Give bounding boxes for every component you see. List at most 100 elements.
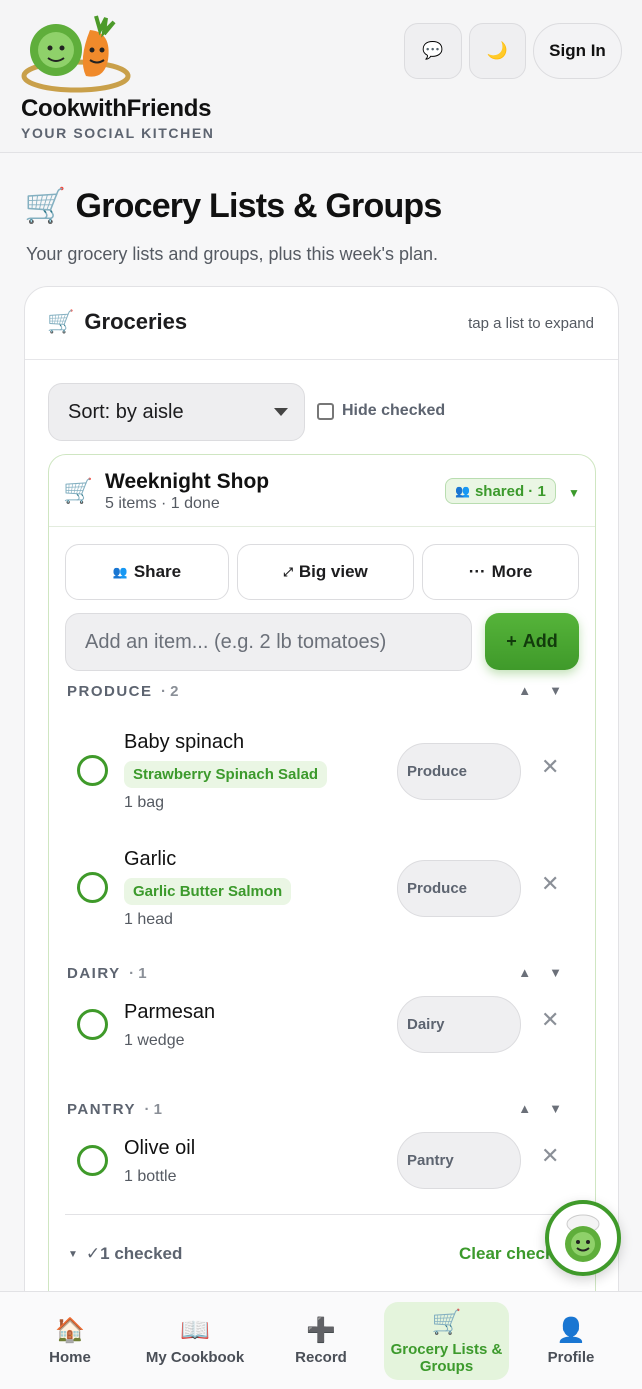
nav-record[interactable]: ➕ Record: [280, 1302, 362, 1380]
grocery-list: 🛒 Weeknight Shop 5 items · 1 done 👥 shar…: [48, 454, 596, 1365]
nav-profile[interactable]: 👤 Profile: [532, 1302, 610, 1380]
section-count: · 2: [160, 683, 179, 700]
people-icon: 👥: [455, 484, 470, 498]
expand-icon: ⤢: [283, 564, 293, 579]
check-circle[interactable]: [77, 755, 108, 786]
move-down-icon[interactable]: ▼: [549, 683, 562, 698]
item-quantity: 1 bag: [124, 794, 165, 811]
ellipsis-icon: ···: [468, 562, 486, 581]
item-name: Parmesan: [124, 1001, 216, 1023]
nav-label: My Cookbook: [145, 1349, 245, 1366]
move-up-icon[interactable]: ▲: [518, 683, 531, 698]
cabbage-carrot-logo-icon[interactable]: [20, 10, 132, 94]
close-icon[interactable]: ✕: [541, 1007, 559, 1033]
move-up-icon[interactable]: ▲: [518, 965, 531, 980]
hide-checked-toggle[interactable]: Hide checked: [317, 402, 445, 420]
cart-icon: 🛒: [63, 478, 93, 505]
section-count: · 1: [144, 1101, 162, 1118]
move-up-icon[interactable]: ▲: [518, 1101, 531, 1116]
plus-icon: ➕: [306, 1317, 336, 1344]
big-view-button[interactable]: ⤢ Big view: [237, 544, 414, 600]
check-circle[interactable]: [77, 1009, 108, 1040]
list-header[interactable]: 🛒 Weeknight Shop 5 items · 1 done 👥 shar…: [49, 455, 595, 527]
item-quantity: 1 bottle: [124, 1168, 177, 1185]
app-header: CookwithFriends YOUR SOCIAL KITCHEN 💬 🌙 …: [0, 0, 642, 153]
close-icon[interactable]: ✕: [541, 871, 559, 897]
page-subtitle: Your grocery lists and groups, plus this…: [26, 244, 438, 264]
item-quantity: 1 wedge: [124, 1032, 185, 1049]
cart-icon: 🛒: [47, 309, 75, 334]
sort-select[interactable]: Sort: by aisle: [48, 383, 305, 441]
groceries-title-text: Groceries: [84, 309, 188, 334]
chat-button[interactable]: 💬: [404, 23, 462, 79]
section-label: PANTRY: [67, 1101, 136, 1118]
nav-grocery-lists[interactable]: 🛒 Grocery Lists & Groups: [384, 1302, 509, 1380]
section-reorder: ▲ ▼: [518, 683, 562, 698]
section-header-pantry: PANTRY · 1 ▲ ▼: [67, 1101, 562, 1123]
move-down-icon[interactable]: ▼: [549, 1101, 562, 1116]
list-item: Baby spinach Strawberry Spinach Salad 1 …: [49, 715, 595, 825]
hide-checked-label: Hide checked: [342, 402, 446, 419]
aisle-select[interactable]: Dairy: [397, 996, 521, 1053]
expand-hint: tap a list to expand: [468, 315, 594, 332]
section-header-dairy: DAIRY · 1 ▲ ▼: [67, 965, 562, 987]
section-label: PRODUCE: [67, 683, 153, 700]
cart-icon: 🛒: [431, 1308, 462, 1336]
check-circle[interactable]: [77, 1145, 108, 1176]
cart-icon: 🛒: [24, 187, 66, 225]
chef-assistant-button[interactable]: [545, 1200, 621, 1276]
groceries-card-header: 🛒 Groceries tap a list to expand: [25, 287, 618, 360]
list-item: Olive oil 1 bottle Pantry ✕: [49, 1131, 595, 1241]
big-view-label: Big view: [298, 562, 368, 581]
moon-icon: 🌙: [486, 41, 509, 60]
item-name: Baby spinach: [124, 731, 245, 753]
user-icon: 👤: [556, 1317, 586, 1344]
list-item: Parmesan 1 wedge Dairy ✕: [49, 995, 595, 1105]
nav-home[interactable]: 🏠 Home: [30, 1302, 110, 1380]
check-circle[interactable]: [77, 872, 108, 903]
close-icon[interactable]: ✕: [541, 754, 559, 780]
chef-cabbage-icon: [565, 1214, 601, 1262]
share-button[interactable]: 👥 Share: [65, 544, 229, 600]
brand-tagline: YOUR SOCIAL KITCHEN: [21, 125, 215, 141]
aisle-select[interactable]: Produce: [397, 860, 521, 917]
section-reorder: ▲ ▼: [518, 1101, 562, 1116]
share-label: Share: [133, 562, 182, 581]
item-name: Olive oil: [124, 1137, 196, 1159]
bottom-nav: 🏠 Home 📖 My Cookbook ➕ Record 🛒 Grocery …: [0, 1291, 642, 1389]
section-header-produce: PRODUCE · 2 ▲ ▼: [67, 683, 562, 705]
shared-badge[interactable]: 👥 shared · 1: [445, 478, 556, 504]
shared-label: shared · 1: [474, 482, 546, 500]
recipe-tag[interactable]: Garlic Butter Salmon: [124, 878, 292, 905]
sort-value: Sort: by aisle: [68, 400, 184, 423]
checked-summary-toggle[interactable]: ▼ ✓1 checked: [68, 1244, 182, 1264]
add-item-button[interactable]: + Add: [485, 613, 579, 670]
hide-checked-checkbox[interactable]: [317, 402, 334, 420]
collapse-icon[interactable]: ▼: [568, 486, 580, 500]
clear-checked-button[interactable]: Clear check: [459, 1244, 554, 1264]
groceries-title: 🛒 Groceries: [47, 309, 187, 335]
move-down-icon[interactable]: ▼: [549, 965, 562, 980]
page-title-text: Grocery Lists & Groups: [75, 186, 443, 225]
nav-my-cookbook[interactable]: 📖 My Cookbook: [140, 1302, 250, 1380]
sign-in-button[interactable]: Sign In: [533, 23, 622, 79]
list-name: Weeknight Shop: [105, 470, 270, 493]
item-name: Garlic: [124, 848, 177, 870]
section-label: DAIRY: [67, 965, 121, 982]
close-icon[interactable]: ✕: [541, 1143, 559, 1169]
dark-mode-toggle[interactable]: 🌙: [469, 23, 526, 79]
list-item: Garlic Garlic Butter Salmon 1 head Produ…: [49, 832, 595, 942]
add-item-input[interactable]: Add an item... (e.g. 2 lb tomatoes): [65, 613, 472, 671]
nav-label: Home: [49, 1349, 91, 1366]
groceries-card: 🛒 Groceries tap a list to expand Sort: b…: [24, 286, 619, 1366]
divider: [65, 1214, 577, 1215]
more-button[interactable]: ··· More: [422, 544, 579, 600]
aisle-select[interactable]: Pantry: [397, 1132, 521, 1189]
list-meta: 5 items · 1 done: [105, 495, 220, 512]
people-icon: 👥: [112, 565, 128, 579]
recipe-tag[interactable]: Strawberry Spinach Salad: [124, 761, 328, 788]
book-icon: 📖: [180, 1317, 210, 1344]
home-icon: 🏠: [55, 1317, 85, 1344]
section-count: · 1: [129, 965, 147, 982]
aisle-select[interactable]: Produce: [397, 743, 521, 800]
